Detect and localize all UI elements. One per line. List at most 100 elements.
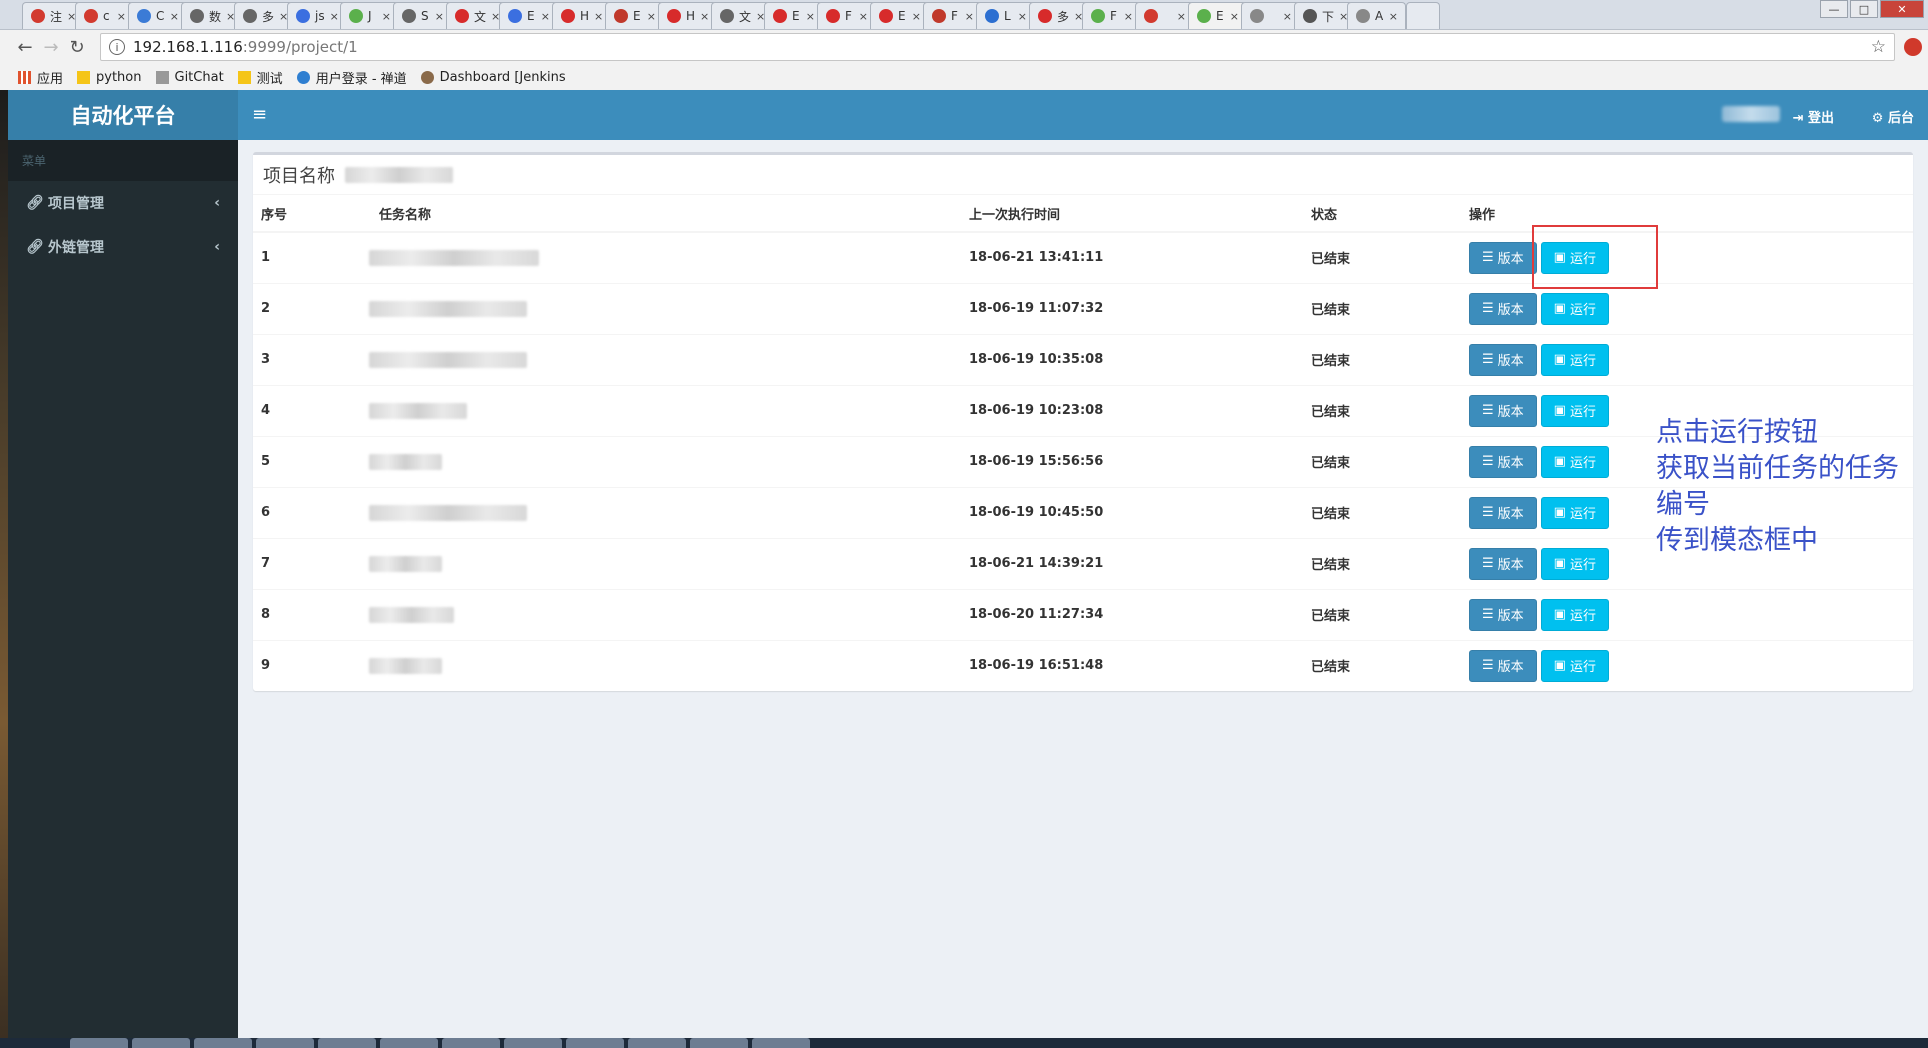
- taskbar-item[interactable]: [752, 1038, 810, 1048]
- tab-favicon-icon: [1144, 9, 1158, 23]
- bookmark-item[interactable]: 测试: [237, 68, 283, 87]
- column-header-task-name: 任务名称: [371, 195, 961, 233]
- sidebar-item-external-links[interactable]: 🔗︎ 外链管理 ‹: [8, 225, 238, 269]
- taskbar-item[interactable]: [194, 1038, 252, 1048]
- tab-close-icon[interactable]: ×: [647, 10, 656, 23]
- run-button[interactable]: ▣ 运行: [1540, 445, 1609, 478]
- browser-tab[interactable]: 下 ×: [1294, 2, 1353, 29]
- run-button[interactable]: ▣ 运行: [1540, 292, 1609, 325]
- browser-tab[interactable]: 注 ×: [22, 2, 81, 29]
- browser-tab[interactable]: 多 ×: [234, 2, 293, 29]
- browser-tab[interactable]: ×: [1135, 2, 1194, 29]
- run-button[interactable]: ▣ 运行: [1540, 496, 1609, 529]
- menu-toggle-icon[interactable]: ≡: [252, 104, 267, 125]
- app-logo[interactable]: 自动化平台: [8, 90, 238, 140]
- bookmark-item[interactable]: Dashboard [Jenkins: [420, 70, 566, 85]
- taskbar-item[interactable]: [442, 1038, 500, 1048]
- browser-tab[interactable]: E ×: [870, 2, 929, 29]
- tab-close-icon[interactable]: ×: [594, 10, 603, 23]
- version-button[interactable]: ☰ 版本: [1469, 241, 1537, 274]
- extension-icon[interactable]: [1904, 38, 1922, 56]
- run-button[interactable]: ▣ 运行: [1540, 547, 1609, 580]
- run-button[interactable]: ▣ 运行: [1540, 649, 1609, 682]
- bookmark-item[interactable]: 应用: [18, 68, 63, 87]
- browser-tab[interactable]: E ×: [499, 2, 558, 29]
- forward-arrow-icon[interactable]: →: [38, 37, 64, 58]
- tab-close-icon[interactable]: ×: [382, 10, 391, 23]
- version-button[interactable]: ☰ 版本: [1469, 496, 1537, 529]
- tab-close-icon[interactable]: ×: [965, 10, 974, 23]
- browser-tab[interactable]: E ×: [764, 2, 823, 29]
- minimize-button[interactable]: —: [1820, 0, 1848, 18]
- taskbar-item[interactable]: [318, 1038, 376, 1048]
- taskbar-item[interactable]: [132, 1038, 190, 1048]
- tab-close-icon[interactable]: ×: [435, 10, 444, 23]
- tab-close-icon[interactable]: ×: [330, 10, 339, 23]
- browser-tab[interactable]: E ×: [1188, 2, 1247, 29]
- maximize-button[interactable]: □: [1850, 0, 1878, 18]
- version-button[interactable]: ☰ 版本: [1469, 598, 1537, 631]
- admin-link[interactable]: ⚙ 后台: [1872, 107, 1914, 126]
- browser-tab[interactable]: 数 ×: [181, 2, 240, 29]
- bookmark-star-icon[interactable]: ☆: [1871, 37, 1886, 57]
- browser-tab[interactable]: E ×: [605, 2, 664, 29]
- tab-close-icon[interactable]: ×: [1230, 10, 1239, 23]
- browser-tab[interactable]: L ×: [976, 2, 1035, 29]
- browser-tab[interactable]: ×: [1241, 2, 1300, 29]
- taskbar-item[interactable]: [70, 1038, 128, 1048]
- run-button[interactable]: ▣ 运行: [1540, 598, 1609, 631]
- info-icon[interactable]: i: [109, 39, 125, 55]
- version-button[interactable]: ☰ 版本: [1469, 445, 1537, 478]
- browser-tab[interactable]: J ×: [340, 2, 399, 29]
- bookmark-item[interactable]: GitChat: [155, 70, 224, 85]
- back-arrow-icon[interactable]: ←: [12, 37, 38, 58]
- browser-tab[interactable]: js ×: [287, 2, 346, 29]
- tab-close-icon[interactable]: ×: [700, 10, 709, 23]
- bookmark-item[interactable]: python: [77, 70, 142, 85]
- taskbar-item[interactable]: [566, 1038, 624, 1048]
- taskbar-item[interactable]: [504, 1038, 562, 1048]
- version-button[interactable]: ☰ 版本: [1469, 547, 1537, 580]
- run-button[interactable]: ▣ 运行: [1540, 394, 1609, 427]
- browser-tab[interactable]: 文 ×: [446, 2, 505, 29]
- version-button[interactable]: ☰ 版本: [1469, 394, 1537, 427]
- version-button[interactable]: ☰ 版本: [1469, 292, 1537, 325]
- taskbar-item[interactable]: [628, 1038, 686, 1048]
- tab-close-icon[interactable]: ×: [170, 10, 179, 23]
- taskbar-item[interactable]: [256, 1038, 314, 1048]
- run-button[interactable]: ▣ 运行: [1540, 343, 1609, 376]
- tab-close-icon[interactable]: ×: [859, 10, 868, 23]
- browser-tab[interactable]: F ×: [1082, 2, 1141, 29]
- browser-tab[interactable]: A ×: [1347, 2, 1406, 29]
- browser-tab[interactable]: H ×: [658, 2, 717, 29]
- version-button[interactable]: ☰ 版本: [1469, 649, 1537, 682]
- browser-tab[interactable]: C ×: [128, 2, 187, 29]
- bookmark-item[interactable]: 用户登录 - 禅道: [296, 68, 407, 87]
- browser-tab[interactable]: F ×: [923, 2, 982, 29]
- browser-tab[interactable]: S ×: [393, 2, 452, 29]
- tab-close-icon[interactable]: ×: [1283, 10, 1292, 23]
- reload-icon[interactable]: ↻: [64, 37, 90, 58]
- browser-tab[interactable]: H ×: [552, 2, 611, 29]
- close-window-button[interactable]: ✕: [1880, 0, 1924, 18]
- taskbar-item[interactable]: [380, 1038, 438, 1048]
- tab-close-icon[interactable]: ×: [1124, 10, 1133, 23]
- tab-close-icon[interactable]: ×: [912, 10, 921, 23]
- tab-close-icon[interactable]: ×: [1018, 10, 1027, 23]
- sidebar-item-project-management[interactable]: 🔗︎ 项目管理 ‹: [8, 181, 238, 225]
- browser-tab[interactable]: 文 ×: [711, 2, 770, 29]
- taskbar-item[interactable]: [690, 1038, 748, 1048]
- version-button[interactable]: ☰ 版本: [1469, 343, 1537, 376]
- browser-tab[interactable]: 多 ×: [1029, 2, 1088, 29]
- tab-close-icon[interactable]: ×: [806, 10, 815, 23]
- tab-close-icon[interactable]: ×: [541, 10, 550, 23]
- browser-tab[interactable]: F ×: [817, 2, 876, 29]
- tab-close-icon[interactable]: ×: [1389, 10, 1398, 23]
- logout-link[interactable]: ⇥ 登出: [1793, 107, 1834, 126]
- tab-close-icon[interactable]: ×: [117, 10, 126, 23]
- url-input[interactable]: i 192.168.1.116:9999/project/1 ☆: [100, 33, 1895, 61]
- tab-close-icon[interactable]: ×: [1177, 10, 1186, 23]
- browser-tab[interactable]: c ×: [75, 2, 134, 29]
- new-tab-button[interactable]: [1406, 2, 1440, 29]
- username-redacted[interactable]: [1722, 106, 1780, 122]
